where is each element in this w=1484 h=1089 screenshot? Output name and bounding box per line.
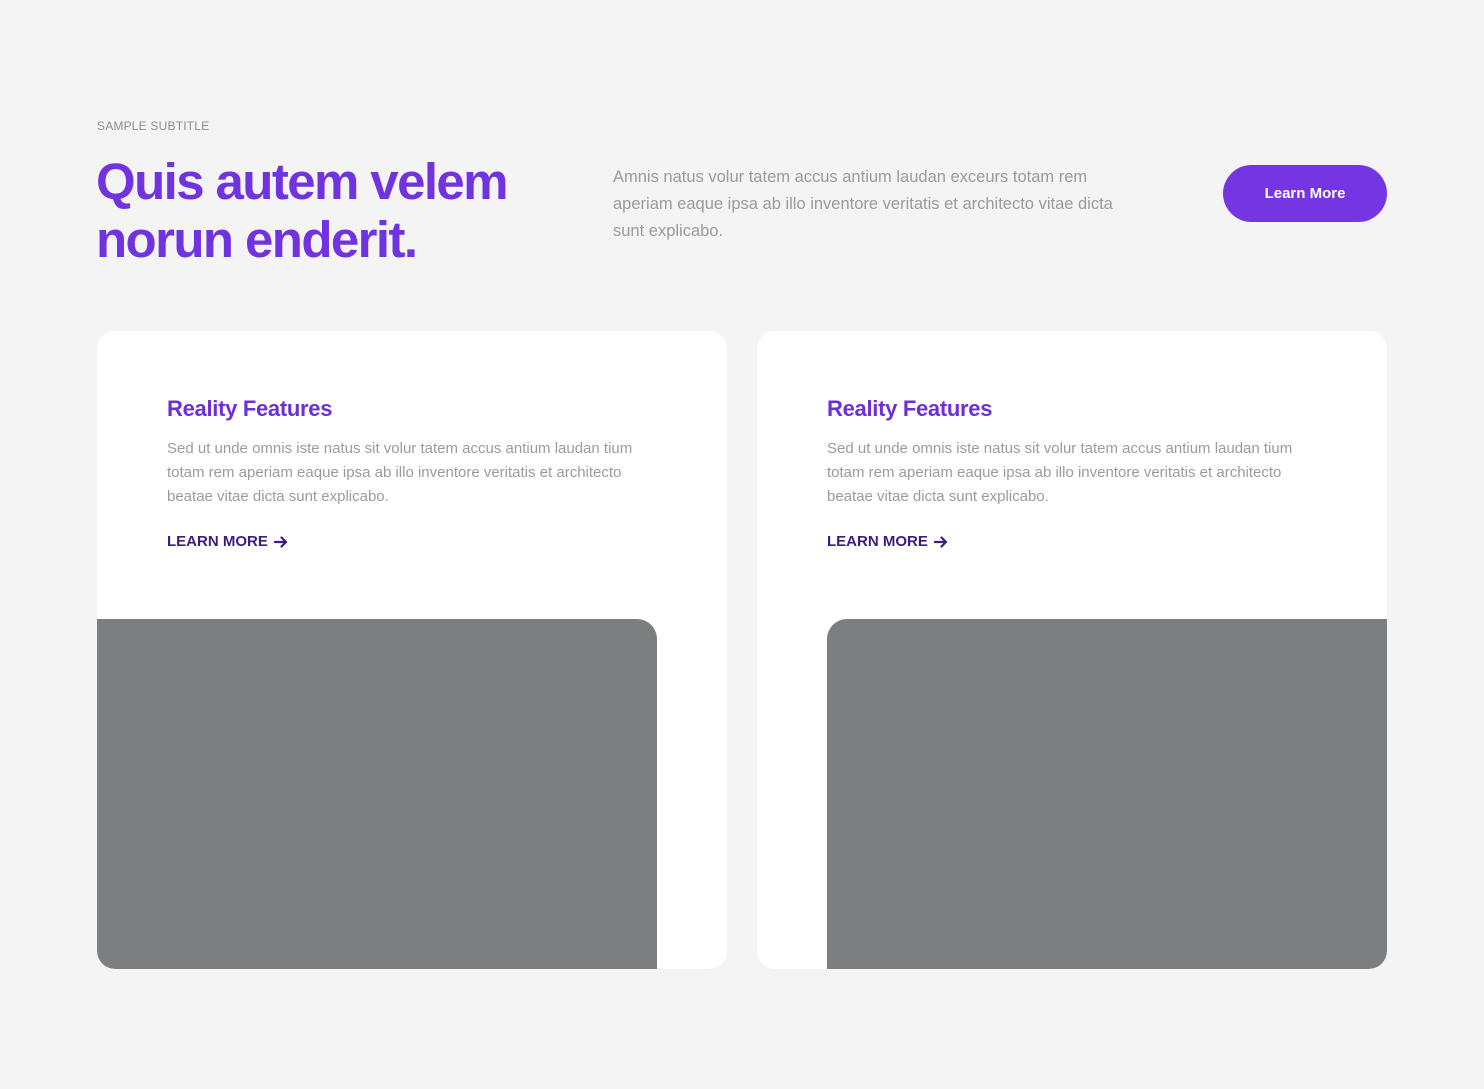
feature-card-title: Reality Features xyxy=(167,396,333,421)
feature-card-text: Sed ut unde omnis iste natus sit volur t… xyxy=(827,440,1293,505)
feature-card-learn-more-link[interactable]: LEARN MORE xyxy=(827,533,948,550)
learn-more-button[interactable]: Learn More xyxy=(1223,165,1387,222)
feature-card-link-label: LEARN MORE xyxy=(827,533,928,550)
feature-card-image xyxy=(827,619,1387,969)
section-intro: Amnis natus volur tatem accus antium lau… xyxy=(613,168,1113,240)
feature-card-link-label: LEARN MORE xyxy=(167,533,268,550)
feature-card: Reality Features Sed ut unde omnis iste … xyxy=(757,331,1387,969)
feature-card-title: Reality Features xyxy=(827,396,993,421)
arrow-right-icon xyxy=(273,535,288,549)
feature-card-image xyxy=(97,619,657,969)
arrow-right-icon xyxy=(933,535,948,549)
features-section: SAMPLE SUBTITLE Quis autem velem norun e… xyxy=(0,0,1484,1089)
feature-card-learn-more-link[interactable]: LEARN MORE xyxy=(167,533,288,550)
section-subtitle: SAMPLE SUBTITLE xyxy=(97,119,210,133)
feature-card-text: Sed ut unde omnis iste natus sit volur t… xyxy=(167,440,633,505)
section-headline: Quis autem velem norun enderit. xyxy=(96,153,509,268)
feature-card: Reality Features Sed ut unde omnis iste … xyxy=(97,331,727,969)
